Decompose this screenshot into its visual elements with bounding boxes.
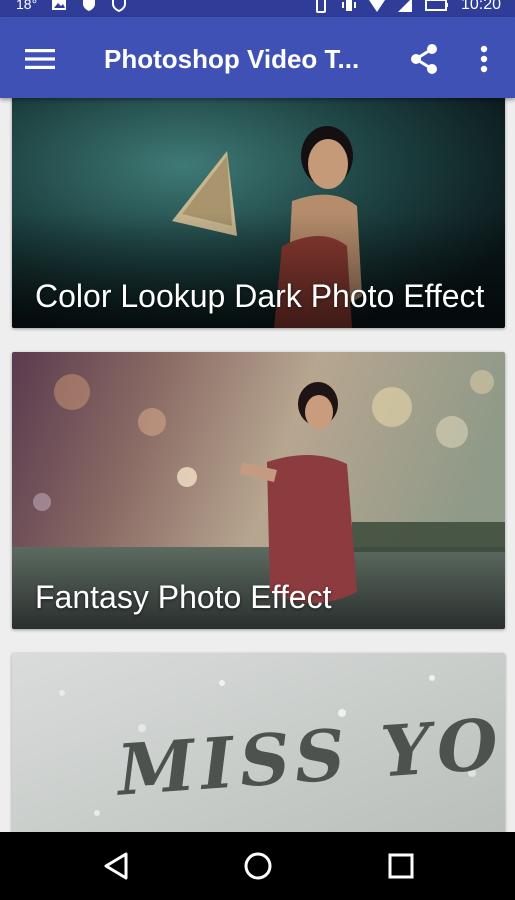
temperature-text: 18° <box>16 0 38 12</box>
status-bar: 18° 10:20 <box>0 0 515 17</box>
video-card[interactable]: MISS YOU <box>12 653 505 832</box>
more-options-button[interactable] <box>462 37 506 81</box>
status-left: 18° <box>16 0 127 12</box>
app-title: Photoshop Video T... <box>104 44 360 74</box>
home-circle-icon <box>244 852 272 880</box>
signal-icon <box>397 0 412 12</box>
phone-icon <box>315 0 326 13</box>
hamburger-menu-icon <box>25 49 55 69</box>
battery-icon <box>424 0 448 11</box>
share-icon <box>411 44 437 74</box>
status-time: 10:20 <box>460 0 501 13</box>
recents-square-icon <box>388 853 414 879</box>
image-icon <box>52 0 67 10</box>
menu-button[interactable] <box>18 39 62 79</box>
shield-icon <box>83 0 96 11</box>
more-vert-icon <box>480 45 488 73</box>
video-card[interactable]: Color Lookup Dark Photo Effect <box>12 98 505 328</box>
wifi-icon <box>368 0 385 12</box>
back-button[interactable] <box>86 840 146 892</box>
screen: 18° 10:20 Photoshop Video T... Color Loo… <box>0 0 515 900</box>
shield-outline-icon <box>112 0 127 12</box>
app-bar: Photoshop Video T... <box>0 17 515 98</box>
card-title: Fantasy Photo Effect <box>35 579 332 615</box>
status-right: 10:20 <box>313 0 501 14</box>
recents-button[interactable] <box>371 840 431 892</box>
card-title: Color Lookup Dark Photo Effect <box>35 278 485 314</box>
vibrate-icon <box>341 0 356 11</box>
navigation-bar <box>0 832 515 900</box>
home-button[interactable] <box>228 840 288 892</box>
share-button[interactable] <box>402 37 446 81</box>
video-card[interactable]: Fantasy Photo Effect <box>12 352 505 629</box>
video-list[interactable]: Color Lookup Dark Photo Effect Fantasy P… <box>0 98 515 832</box>
back-triangle-icon <box>104 852 128 880</box>
